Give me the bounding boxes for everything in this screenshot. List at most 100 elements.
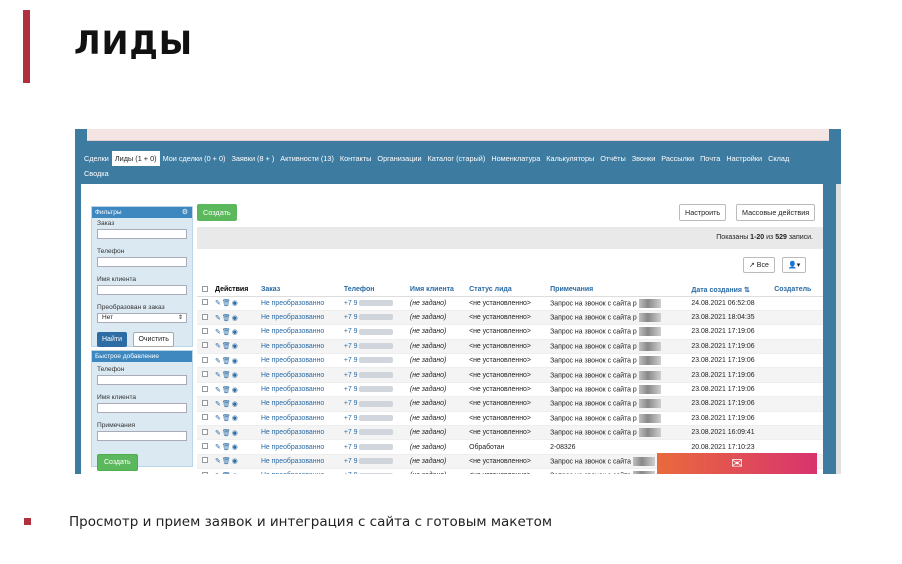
eye-icon[interactable]: ◉ bbox=[232, 343, 239, 350]
phone-cell[interactable]: +7 9 bbox=[341, 382, 408, 398]
nav-tab[interactable]: Контакты bbox=[337, 151, 375, 166]
edit-icon[interactable]: ✎ bbox=[215, 473, 222, 474]
phone-cell[interactable]: +7 9 bbox=[341, 396, 408, 412]
eye-icon[interactable]: ◉ bbox=[232, 358, 239, 365]
phone-cell[interactable]: +7 9 bbox=[341, 468, 408, 474]
nav-tab[interactable]: Сделки bbox=[81, 151, 112, 166]
eye-icon[interactable]: ◉ bbox=[232, 300, 239, 307]
edit-icon[interactable]: ✎ bbox=[215, 458, 222, 465]
column-header[interactable]: Дата создания ⇅ bbox=[689, 284, 773, 297]
column-header[interactable]: Примечания bbox=[548, 284, 690, 297]
edit-icon[interactable]: ✎ bbox=[215, 415, 222, 422]
edit-icon[interactable]: ✎ bbox=[215, 300, 222, 307]
trash-icon[interactable]: 🗑 bbox=[222, 343, 232, 350]
edit-icon[interactable]: ✎ bbox=[215, 343, 222, 350]
eye-icon[interactable]: ◉ bbox=[232, 415, 239, 422]
row-checkbox[interactable] bbox=[202, 299, 208, 306]
nav-tab[interactable]: Настройки bbox=[723, 151, 765, 166]
nav-tab[interactable]: Номенклатура bbox=[488, 151, 543, 166]
create-lead-button[interactable]: Создать bbox=[197, 204, 237, 221]
order-link[interactable]: Не преобразованно bbox=[258, 396, 342, 412]
configure-button[interactable]: Настроить bbox=[679, 204, 727, 221]
phone-filter-input[interactable] bbox=[97, 257, 187, 267]
eye-icon[interactable]: ◉ bbox=[232, 444, 239, 451]
row-checkbox[interactable] bbox=[202, 457, 208, 464]
edit-icon[interactable]: ✎ bbox=[215, 401, 222, 408]
edit-icon[interactable]: ✎ bbox=[215, 329, 222, 336]
nav-tab[interactable]: Рассылки bbox=[658, 151, 697, 166]
qa-client-input[interactable] bbox=[97, 403, 187, 413]
column-header[interactable]: Заказ bbox=[258, 284, 342, 297]
trash-icon[interactable]: 🗑 bbox=[222, 329, 232, 336]
show-all-button[interactable]: ↗ Все bbox=[743, 257, 775, 273]
scrollbar[interactable] bbox=[836, 184, 841, 474]
qa-create-button[interactable]: Создать bbox=[97, 454, 138, 471]
nav-tab[interactable]: Звонки bbox=[629, 151, 659, 166]
row-checkbox[interactable] bbox=[202, 399, 208, 406]
order-link[interactable]: Не преобразованно bbox=[258, 454, 342, 470]
mail-widget-button[interactable]: ✉ bbox=[657, 453, 817, 474]
phone-cell[interactable]: +7 9 bbox=[341, 439, 408, 455]
order-link[interactable]: Не преобразованно bbox=[258, 296, 342, 311]
row-checkbox[interactable] bbox=[202, 471, 208, 474]
order-link[interactable]: Не преобразованно bbox=[258, 339, 342, 355]
order-link[interactable]: Не преобразованно bbox=[258, 310, 342, 326]
qa-note-input[interactable] bbox=[97, 431, 187, 441]
eye-icon[interactable]: ◉ bbox=[232, 401, 239, 408]
trash-icon[interactable]: 🗑 bbox=[222, 300, 232, 307]
phone-cell[interactable]: +7 9 bbox=[341, 296, 408, 311]
column-header[interactable]: Создатель bbox=[772, 284, 823, 297]
row-checkbox[interactable] bbox=[202, 371, 208, 378]
column-header[interactable]: Телефон bbox=[341, 284, 408, 297]
nav-tab[interactable]: Склад bbox=[765, 151, 792, 166]
edit-icon[interactable]: ✎ bbox=[215, 387, 222, 394]
phone-cell[interactable]: +7 9 bbox=[341, 367, 408, 383]
phone-cell[interactable]: +7 9 bbox=[341, 324, 408, 340]
row-checkbox[interactable] bbox=[202, 428, 208, 435]
column-header[interactable]: Действия bbox=[213, 284, 259, 297]
eye-icon[interactable]: ◉ bbox=[232, 473, 239, 474]
eye-icon[interactable]: ◉ bbox=[232, 430, 239, 437]
gear-icon[interactable]: ⚙ bbox=[182, 208, 188, 216]
client-filter-input[interactable] bbox=[97, 285, 187, 295]
edit-icon[interactable]: ✎ bbox=[215, 372, 222, 379]
order-link[interactable]: Не преобразованно bbox=[258, 367, 342, 383]
phone-cell[interactable]: +7 9 bbox=[341, 454, 408, 470]
edit-icon[interactable]: ✎ bbox=[215, 315, 222, 322]
row-checkbox[interactable] bbox=[202, 356, 208, 363]
qa-phone-input[interactable] bbox=[97, 375, 187, 385]
trash-icon[interactable]: 🗑 bbox=[222, 458, 232, 465]
nav-tab[interactable]: Организации bbox=[374, 151, 424, 166]
find-button[interactable]: Найти bbox=[97, 332, 127, 347]
eye-icon[interactable]: ◉ bbox=[232, 372, 239, 379]
trash-icon[interactable]: 🗑 bbox=[222, 430, 232, 437]
trash-icon[interactable]: 🗑 bbox=[222, 387, 232, 394]
edit-icon[interactable]: ✎ bbox=[215, 358, 222, 365]
order-link[interactable]: Не преобразованно bbox=[258, 353, 342, 369]
nav-tab[interactable]: Каталог (старый) bbox=[425, 151, 489, 166]
order-link[interactable]: Не преобразованно bbox=[258, 468, 342, 474]
trash-icon[interactable]: 🗑 bbox=[222, 315, 232, 322]
column-header[interactable]: Имя клиента bbox=[407, 284, 468, 297]
column-header[interactable]: Статус лида bbox=[467, 284, 549, 297]
phone-cell[interactable]: +7 9 bbox=[341, 411, 408, 427]
order-link[interactable]: Не преобразованно bbox=[258, 382, 342, 398]
phone-cell[interactable]: +7 9 bbox=[341, 310, 408, 326]
phone-cell[interactable]: +7 9 bbox=[341, 425, 408, 441]
phone-cell[interactable]: +7 9 bbox=[341, 353, 408, 369]
trash-icon[interactable]: 🗑 bbox=[222, 372, 232, 379]
select-all-checkbox[interactable] bbox=[202, 285, 208, 292]
nav-tab[interactable]: Мои сделки (0 + 0) bbox=[160, 151, 229, 166]
order-filter-input[interactable] bbox=[97, 229, 187, 239]
eye-icon[interactable]: ◉ bbox=[232, 329, 239, 336]
eye-icon[interactable]: ◉ bbox=[232, 315, 239, 322]
row-checkbox[interactable] bbox=[202, 342, 208, 349]
nav-tab[interactable]: Лиды (1 + 0) bbox=[111, 151, 160, 166]
clear-button[interactable]: Очистить bbox=[133, 332, 174, 347]
edit-icon[interactable]: ✎ bbox=[215, 444, 222, 451]
edit-icon[interactable]: ✎ bbox=[215, 430, 222, 437]
nav-tab[interactable]: Активности (13) bbox=[277, 151, 337, 166]
order-link[interactable]: Не преобразованно bbox=[258, 324, 342, 340]
trash-icon[interactable]: 🗑 bbox=[222, 473, 232, 474]
eye-icon[interactable]: ◉ bbox=[232, 387, 239, 394]
